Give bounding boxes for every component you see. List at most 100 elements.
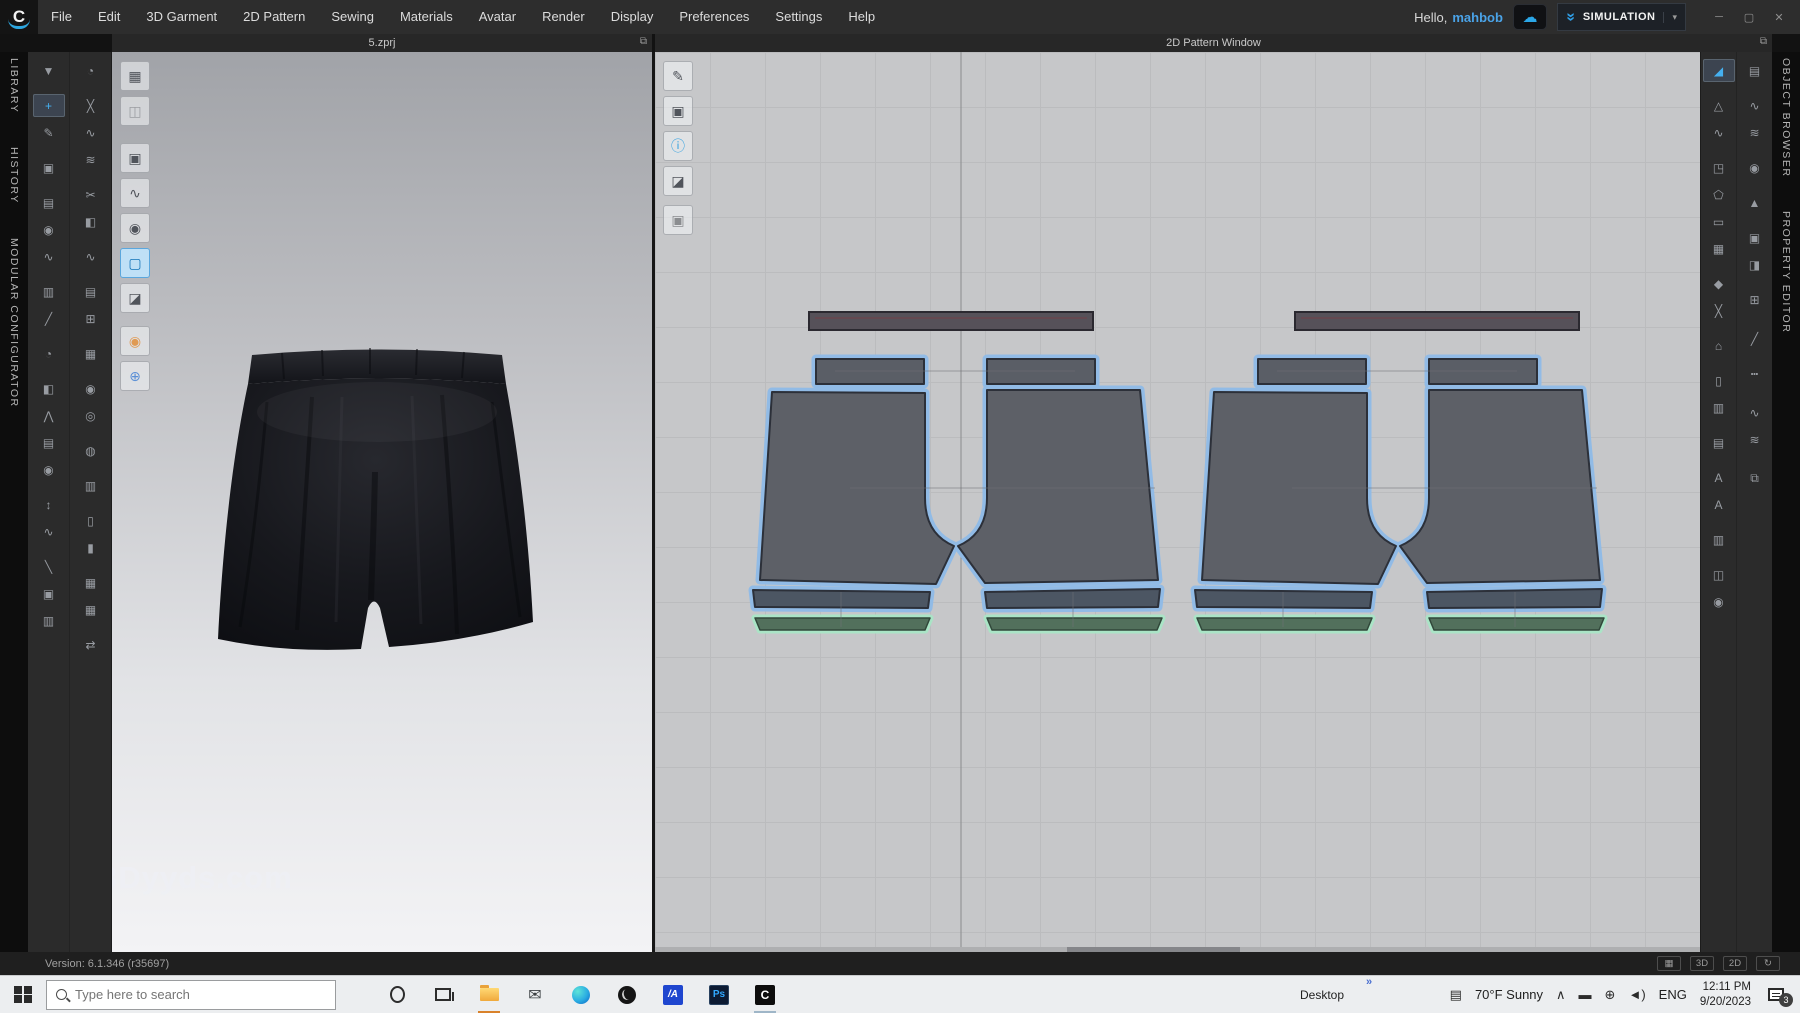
close-button[interactable]: ✕ (1766, 6, 1792, 28)
select-move-icon[interactable]: + (33, 94, 65, 117)
fabric-roll-alt-icon[interactable]: ▮ (75, 536, 107, 559)
walk-avatar-icon[interactable]: ◔ (75, 59, 107, 82)
grid-pattern-icon[interactable]: ▦ (1703, 237, 1735, 260)
button-garment-icon[interactable]: ▣ (33, 582, 65, 605)
status-refresh-button[interactable]: ↻ (1756, 956, 1780, 971)
menu-materials[interactable]: Materials (387, 0, 466, 34)
print-placement-icon[interactable]: ⊞ (75, 307, 107, 330)
taskbar-search[interactable] (46, 980, 336, 1010)
tape-measure-icon[interactable]: ▤ (1703, 431, 1735, 454)
tab-library[interactable]: LIBRARY (8, 58, 20, 113)
simulation-mode-button[interactable]: » SIMULATION ▾ (1557, 3, 1686, 31)
seam-allowance-icon[interactable]: ▯ (1703, 369, 1735, 392)
cloud-sync-icon[interactable]: ☁ (1513, 4, 1547, 30)
tack-icon[interactable]: ┅ (1739, 362, 1771, 385)
pattern-set-1[interactable] (753, 359, 1162, 630)
simulate-icon[interactable]: ▼ (33, 59, 65, 82)
sewing-fold-icon[interactable]: ▥ (33, 280, 65, 303)
render-style-icon[interactable]: ▦ (120, 61, 150, 91)
menu-help[interactable]: Help (835, 0, 888, 34)
pattern-set-2[interactable] (1195, 359, 1604, 630)
viewport2d-title-bar[interactable]: 2D Pattern Window ⧉ (655, 34, 1772, 52)
edit-curvature-icon[interactable]: ∿ (1703, 121, 1735, 144)
start-button[interactable] (0, 976, 46, 1013)
buttonhole-icon[interactable]: ◎ (75, 404, 107, 427)
pin-2d-icon[interactable]: ◉ (1739, 156, 1771, 179)
clo-logo-icon[interactable]: C (0, 0, 38, 34)
lock-pattern-icon[interactable]: ▣ (663, 205, 693, 235)
cortana-icon[interactable] (382, 976, 412, 1013)
search-input[interactable] (75, 987, 295, 1002)
spec-ruler-icon[interactable]: ▥ (1703, 396, 1735, 419)
free-sewing-icon[interactable]: ∿ (1739, 94, 1771, 117)
pin-garment-icon[interactable]: ◉ (33, 218, 65, 241)
xbox-icon[interactable] (612, 976, 642, 1013)
elastic-icon[interactable]: ∿ (1739, 401, 1771, 424)
viewport-2d-canvas[interactable]: ✎▣ⓘ◪▣ (655, 52, 1700, 952)
show-annotation-icon[interactable]: ⓘ (663, 131, 693, 161)
add-point-icon[interactable]: ◳ (1703, 156, 1735, 179)
pattern-annotate-icon[interactable]: ◫ (1703, 563, 1735, 586)
weather-text[interactable]: 70°F Sunny (1475, 987, 1543, 1002)
sewing-machine-2d-icon[interactable]: ▤ (1739, 59, 1771, 82)
needle-tool-icon[interactable]: ╱ (33, 307, 65, 330)
edit-pattern-3d-icon[interactable]: ◧ (75, 210, 107, 233)
simulation-dropdown-caret[interactable]: ▾ (1663, 12, 1677, 23)
flatten-curve-icon[interactable]: ∿ (33, 520, 65, 543)
desktop-toolbar[interactable]: Desktop » (1300, 976, 1344, 1013)
news-weather-icon[interactable]: ▤ (1450, 987, 1462, 1003)
pattern-waistband-strip-2[interactable] (1295, 312, 1579, 330)
pattern-layout[interactable] (655, 52, 1700, 952)
sewing-machine-alt-icon[interactable]: ▤ (75, 280, 107, 303)
menu-file[interactable]: File (38, 0, 85, 34)
zipper-icon[interactable]: ▥ (75, 474, 107, 497)
polygon-pattern-icon[interactable]: ⬠ (1703, 183, 1735, 206)
open-fold-icon[interactable]: ▤ (33, 431, 65, 454)
popout-3d-icon[interactable]: ⧉ (640, 36, 647, 47)
transform-pattern-icon[interactable]: ◢ (1703, 59, 1735, 82)
texture-roll-alt-icon[interactable]: ▦ (75, 598, 107, 621)
desktop-overflow-icon[interactable]: » (1366, 976, 1372, 988)
select-brush-icon[interactable]: ✎ (33, 121, 65, 144)
show-garment-icon[interactable]: ▣ (120, 143, 150, 173)
zipper-garment-icon[interactable]: ▥ (33, 609, 65, 632)
status-2d-button[interactable]: 2D (1723, 956, 1747, 971)
show-seamline-icon[interactable]: ✎ (663, 61, 693, 91)
free-sewing-3d-icon[interactable]: ∿ (75, 121, 107, 144)
iron-2d-icon[interactable]: ▲ (1739, 191, 1771, 214)
tab-property-editor[interactable]: PROPERTY EDITOR (1780, 211, 1792, 333)
show-sewing-icon[interactable]: ∿ (120, 178, 150, 208)
show-environment-icon[interactable]: ⊕ (120, 361, 150, 391)
avatar-fit-icon[interactable]: ◉ (33, 458, 65, 481)
sewing-machine-icon[interactable]: ▤ (33, 191, 65, 214)
clo-taskbar-icon[interactable]: C (750, 976, 780, 1013)
wind-view-icon[interactable]: ◔ (33, 342, 65, 365)
volume-icon[interactable]: ◄) (1628, 987, 1645, 1002)
menu-edit[interactable]: Edit (85, 0, 133, 34)
status-grid-button[interactable]: ▦ (1657, 956, 1681, 971)
show-grid-plane-icon[interactable]: ▢ (120, 248, 150, 278)
action-center-icon[interactable]: 3 (1768, 985, 1790, 1005)
walk-2d-icon[interactable]: ◉ (1703, 590, 1735, 613)
basting-icon[interactable]: ╱ (1739, 327, 1771, 350)
notch-icon[interactable]: ╳ (1703, 299, 1735, 322)
rectangle-pattern-icon[interactable]: ▭ (1703, 210, 1735, 233)
fit-map-icon[interactable]: ◫ (120, 96, 150, 126)
button-lock-icon[interactable]: ◍ (75, 439, 107, 462)
maximize-button[interactable]: ▢ (1736, 6, 1762, 28)
puller-icon[interactable]: ⇄ (75, 633, 107, 656)
grade-garment-icon[interactable]: ↕ (33, 493, 65, 516)
status-3d-button[interactable]: 3D (1690, 956, 1714, 971)
texture-edit-icon[interactable]: ◨ (1739, 253, 1771, 276)
shirring-icon[interactable]: ≋ (1739, 428, 1771, 451)
shirt-2d-icon[interactable]: ▣ (1739, 226, 1771, 249)
flip-window-icon[interactable]: ◧ (33, 377, 65, 400)
panel-splitter[interactable] (652, 52, 655, 952)
ruler-3d-icon[interactable]: ╲ (33, 555, 65, 578)
menu-2d-pattern[interactable]: 2D Pattern (230, 0, 318, 34)
taskbar-clock[interactable]: 12:11 PM 9/20/2023 (1700, 980, 1751, 1010)
button-icon[interactable]: ◉ (75, 377, 107, 400)
menu-3d-garment[interactable]: 3D Garment (133, 0, 230, 34)
menu-render[interactable]: Render (529, 0, 598, 34)
file-explorer-icon[interactable] (474, 976, 504, 1013)
